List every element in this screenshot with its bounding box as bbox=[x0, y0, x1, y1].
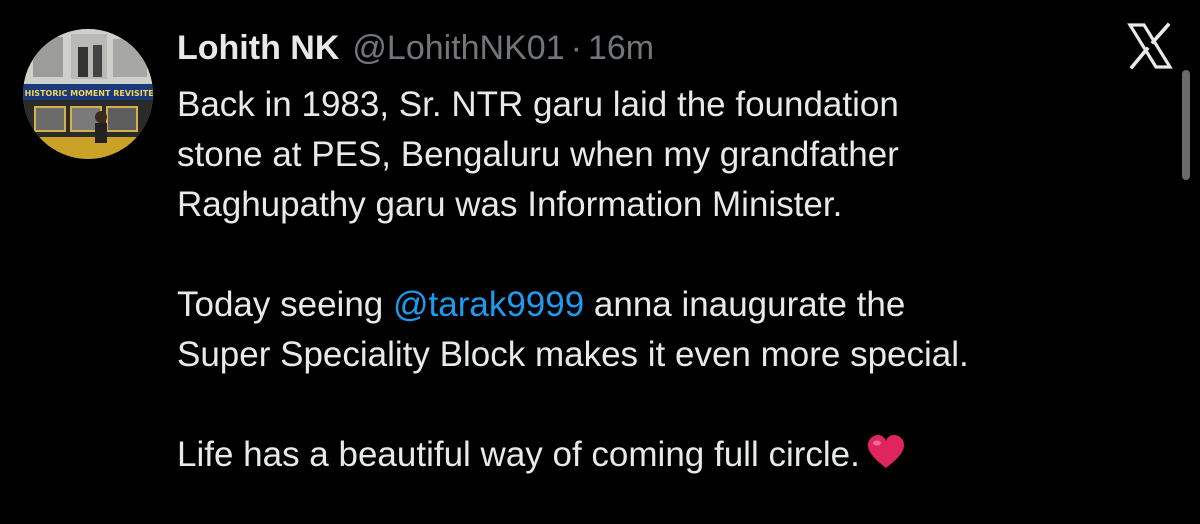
separator-dot: · bbox=[570, 29, 582, 67]
tweet-header: Lohith NK @LohithNK01 · 16m bbox=[177, 22, 654, 74]
avatar[interactable]: A HISTORIC MOMENT REVISITED bbox=[23, 29, 153, 159]
avatar-image: A HISTORIC MOMENT REVISITED bbox=[23, 29, 153, 159]
tweet-card[interactable]: A HISTORIC MOMENT REVISITED Lohith NK @L… bbox=[0, 0, 1200, 524]
tweet-line: Super Speciality Block makes it even mor… bbox=[177, 335, 969, 374]
tweet-line: Life has a beautiful way of coming full … bbox=[177, 430, 1177, 480]
tweet-text-segment: anna inaugurate the bbox=[584, 285, 906, 324]
mention-link[interactable]: @tarak9999 bbox=[393, 285, 584, 324]
tweet-text-segment: Life has a beautiful way of coming full … bbox=[177, 435, 860, 474]
red-heart-icon bbox=[866, 434, 906, 470]
tweet-text-segment: Today seeing bbox=[177, 285, 393, 324]
scrollbar[interactable] bbox=[1182, 70, 1190, 180]
user-handle[interactable]: @LohithNK01 bbox=[352, 22, 564, 74]
tweet-line: Back in 1983, Sr. NTR garu laid the foun… bbox=[177, 85, 899, 124]
timestamp[interactable]: 16m bbox=[588, 22, 654, 74]
tweet-text: Back in 1983, Sr. NTR garu laid the foun… bbox=[177, 80, 1177, 480]
tweet-line: Raghupathy garu was Information Minister… bbox=[177, 185, 843, 224]
avatar-banner-text: A HISTORIC MOMENT REVISITED bbox=[23, 89, 153, 98]
display-name[interactable]: Lohith NK bbox=[177, 22, 339, 74]
tweet-line: Today seeing @tarak9999 anna inaugurate … bbox=[177, 280, 1177, 330]
tweet-line: stone at PES, Bengaluru when my grandfat… bbox=[177, 135, 899, 174]
x-logo-icon bbox=[1124, 20, 1176, 72]
